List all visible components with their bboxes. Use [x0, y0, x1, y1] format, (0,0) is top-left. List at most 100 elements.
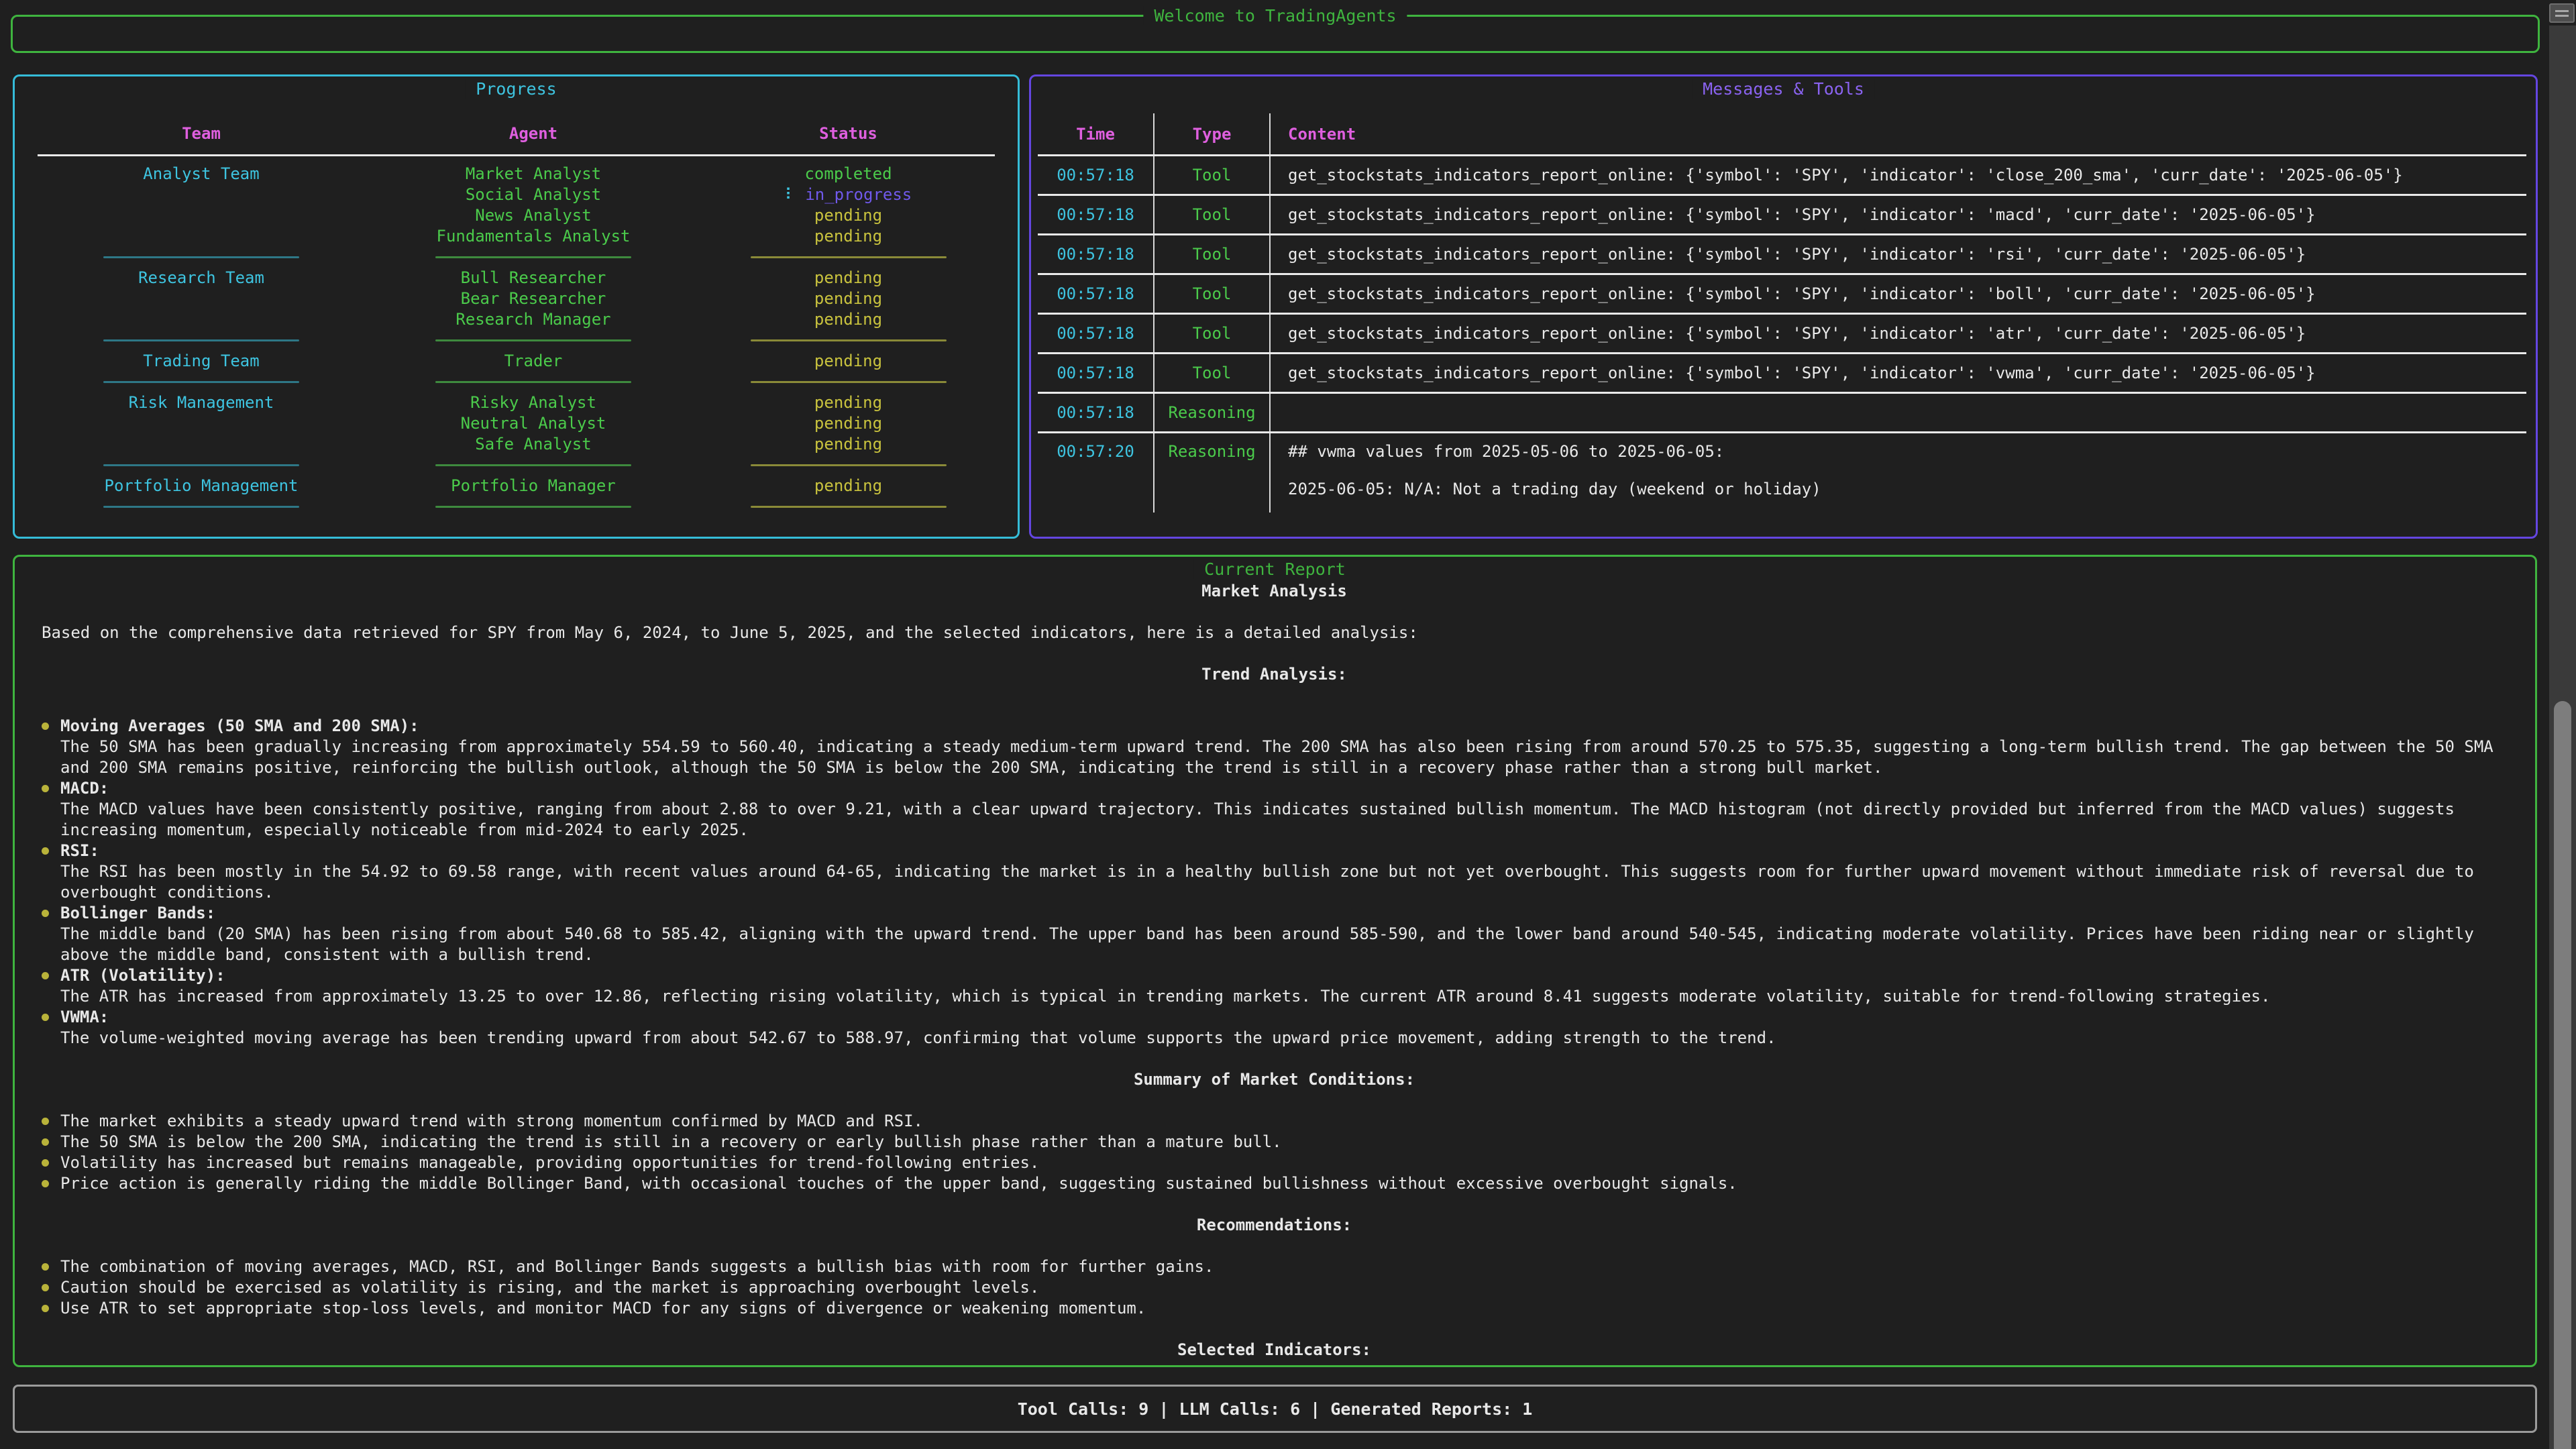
progress-row: Trading Team Trader pending [34, 351, 999, 372]
status-cell: pending [698, 205, 999, 226]
content-cell: get_stockstats_indicators_report_online:… [1271, 156, 2526, 194]
time-cell: 00:57:18 [1038, 354, 1155, 392]
report-bullet: Moving Averages (50 SMA and 200 SMA): Th… [42, 716, 2507, 778]
messages-table: Time Type Content 00:57:18 Tool get_stoc… [1031, 76, 2536, 513]
agent-cell: Portfolio Manager [369, 476, 698, 496]
group-separator [34, 330, 999, 351]
scrollbar-thumb[interactable] [2554, 701, 2571, 1449]
content-cell: get_stockstats_indicators_report_online:… [1271, 196, 2526, 233]
report-heading-summary: Summary of Market Conditions: [42, 1069, 2507, 1090]
type-cell: Tool [1155, 235, 1271, 273]
content-line: 2025-06-05: N/A: Not a trading day (week… [1288, 480, 1821, 498]
type-cell: Reasoning [1155, 433, 1271, 513]
team-cell: Risk Management [34, 392, 369, 413]
progress-header-divider [38, 154, 995, 156]
agent-cell: Trader [369, 351, 698, 372]
bullet-icon [42, 972, 49, 979]
bullet-icon [42, 1305, 49, 1312]
agent-cell: Research Manager [369, 309, 698, 330]
agent-cell: Fundamentals Analyst [369, 226, 698, 247]
report-heading-recommendations: Recommendations: [42, 1215, 2507, 1236]
type-cell: Tool [1155, 354, 1271, 392]
message-row: 00:57:18 Tool get_stockstats_indicators_… [1038, 275, 2526, 315]
report-intro: Based on the comprehensive data retrieve… [42, 623, 2507, 643]
time-cell: 00:57:18 [1038, 156, 1155, 194]
team-cell: Analyst Team [34, 164, 369, 184]
summary-bullet-list: The market exhibits a steady upward tren… [42, 1111, 2507, 1194]
status-cell: pending [698, 268, 999, 288]
report-heading-selected: Selected Indicators: [42, 1340, 2507, 1360]
report-heading-trend: Trend Analysis: [42, 664, 2507, 685]
message-row: 00:57:20 Reasoning ## vwma values from 2… [1038, 433, 2526, 513]
report-bullet: Bollinger Bands: The middle band (20 SMA… [42, 903, 2507, 965]
welcome-banner-title: Welcome to TradingAgents [1143, 6, 1407, 25]
trend-bullet-list: Moving Averages (50 SMA and 200 SMA): Th… [42, 716, 2507, 1049]
status-cell: pending [698, 288, 999, 309]
content-cell: get_stockstats_indicators_report_online:… [1271, 235, 2526, 273]
message-row: 00:57:18 Tool get_stockstats_indicators_… [1038, 196, 2526, 235]
scrollbar-button[interactable] [2549, 3, 2575, 23]
agent-cell: Bear Researcher [369, 288, 698, 309]
bullet-icon [42, 1138, 49, 1146]
report-bullet: Volatility has increased but remains man… [42, 1152, 2507, 1173]
progress-row: Portfolio Management Portfolio Manager p… [34, 476, 999, 496]
time-cell: 00:57:18 [1038, 275, 1155, 313]
report-bullet: RSI: The RSI has been mostly in the 54.9… [42, 841, 2507, 903]
group-separator [34, 247, 999, 268]
messages-col-type: Type [1155, 113, 1271, 154]
messages-header-row: Time Type Content [1038, 113, 2526, 156]
app-root: Welcome to TradingAgents Progress Team A… [0, 0, 2576, 1449]
report-body: Market Analysis Based on the comprehensi… [15, 557, 2535, 1360]
progress-row: Research Team Bull Researcher pending [34, 268, 999, 288]
progress-header-row: Team Agent Status [34, 123, 999, 144]
status-cell: completed [698, 164, 999, 184]
agent-cell: Market Analyst [369, 164, 698, 184]
report-bullet: ATR (Volatility): The ATR has increased … [42, 965, 2507, 1007]
messages-col-content: Content [1271, 113, 2526, 154]
report-bullet: MACD: The MACD values have been consiste… [42, 778, 2507, 841]
progress-row: Fundamentals Analyst pending [34, 226, 999, 247]
status-cell: pending [698, 392, 999, 413]
time-cell: 00:57:18 [1038, 394, 1155, 431]
stats-bar: Tool Calls: 9 | LLM Calls: 6 | Generated… [13, 1385, 2537, 1433]
report-bullet: Caution should be exercised as volatilit… [42, 1277, 2507, 1298]
status-cell: pending [698, 476, 999, 496]
type-cell: Tool [1155, 156, 1271, 194]
content-line: ## vwma values from 2025-05-06 to 2025-0… [1288, 442, 1821, 461]
report-bullet: The market exhibits a steady upward tren… [42, 1111, 2507, 1132]
progress-table: Team Agent Status Analyst Team Market An… [15, 76, 1018, 517]
progress-row: Social Analyst ⠇in_progress [34, 184, 999, 205]
agent-cell: Risky Analyst [369, 392, 698, 413]
progress-row: Neutral Analyst pending [34, 413, 999, 434]
status-cell: ⠇in_progress [698, 184, 999, 205]
report-panel-title: Current Report [1193, 559, 1356, 579]
stats-text: Tool Calls: 9 | LLM Calls: 6 | Generated… [1018, 1399, 1533, 1419]
message-row: 00:57:18 Tool get_stockstats_indicators_… [1038, 354, 2526, 394]
agent-cell: Neutral Analyst [369, 413, 698, 434]
bullet-icon [42, 1180, 49, 1187]
messages-panel-title: Messages & Tools [1692, 79, 1875, 99]
progress-row: Research Manager pending [34, 309, 999, 330]
message-row: 00:57:18 Tool get_stockstats_indicators_… [1038, 315, 2526, 354]
report-bullet: The 50 SMA is below the 200 SMA, indicat… [42, 1132, 2507, 1152]
report-bullet: VWMA: The volume-weighted moving average… [42, 1007, 2507, 1049]
content-cell: get_stockstats_indicators_report_online:… [1271, 354, 2526, 392]
content-cell: get_stockstats_indicators_report_online:… [1271, 315, 2526, 352]
agent-cell: Social Analyst [369, 184, 698, 205]
type-cell: Tool [1155, 196, 1271, 233]
group-separator [34, 372, 999, 392]
agent-cell: Bull Researcher [369, 268, 698, 288]
progress-panel-title: Progress [465, 79, 567, 99]
team-cell: Portfolio Management [34, 476, 369, 496]
group-separator [34, 496, 999, 517]
team-cell: Trading Team [34, 351, 369, 372]
progress-row: Analyst Team Market Analyst completed [34, 164, 999, 184]
messages-col-time: Time [1038, 113, 1155, 154]
status-cell: pending [698, 226, 999, 247]
message-row: 00:57:18 Tool get_stockstats_indicators_… [1038, 235, 2526, 275]
team-cell: Research Team [34, 268, 369, 288]
status-cell: pending [698, 434, 999, 455]
progress-panel: Progress Team Agent Status Analyst Team … [13, 74, 1020, 539]
content-cell: ## vwma values from 2025-05-06 to 2025-0… [1271, 433, 2526, 513]
type-cell: Tool [1155, 275, 1271, 313]
